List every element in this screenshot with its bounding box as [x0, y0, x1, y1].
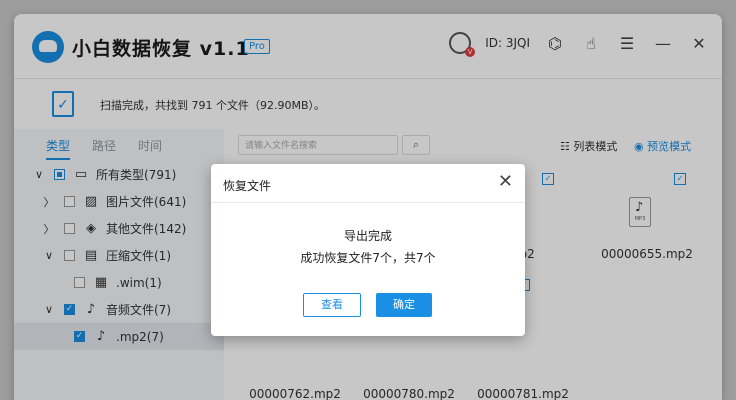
dialog-result: 成功恢复文件7个，共7个 [300, 251, 436, 265]
dialog-header: 恢复文件 ✕ [211, 164, 525, 203]
dialog-title: 恢复文件 [223, 179, 272, 193]
dialog-message: 导出完成 [343, 229, 392, 243]
view-button[interactable]: 查看 [303, 293, 361, 317]
ok-button[interactable]: 确定 [376, 293, 432, 317]
restore-dialog: 恢复文件 ✕ 导出完成 成功恢复文件7个，共7个 查看 确定 [211, 164, 525, 336]
dialog-close-button[interactable]: ✕ [498, 172, 513, 192]
